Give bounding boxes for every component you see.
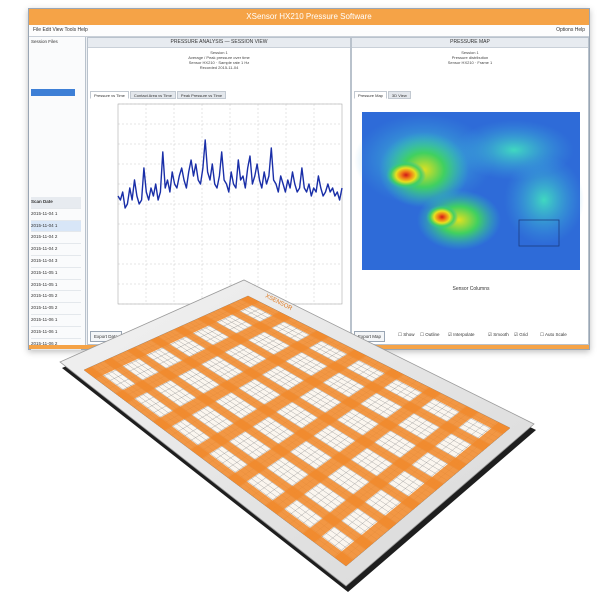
pressure-pad-device: XSENSOR	[59, 279, 536, 592]
